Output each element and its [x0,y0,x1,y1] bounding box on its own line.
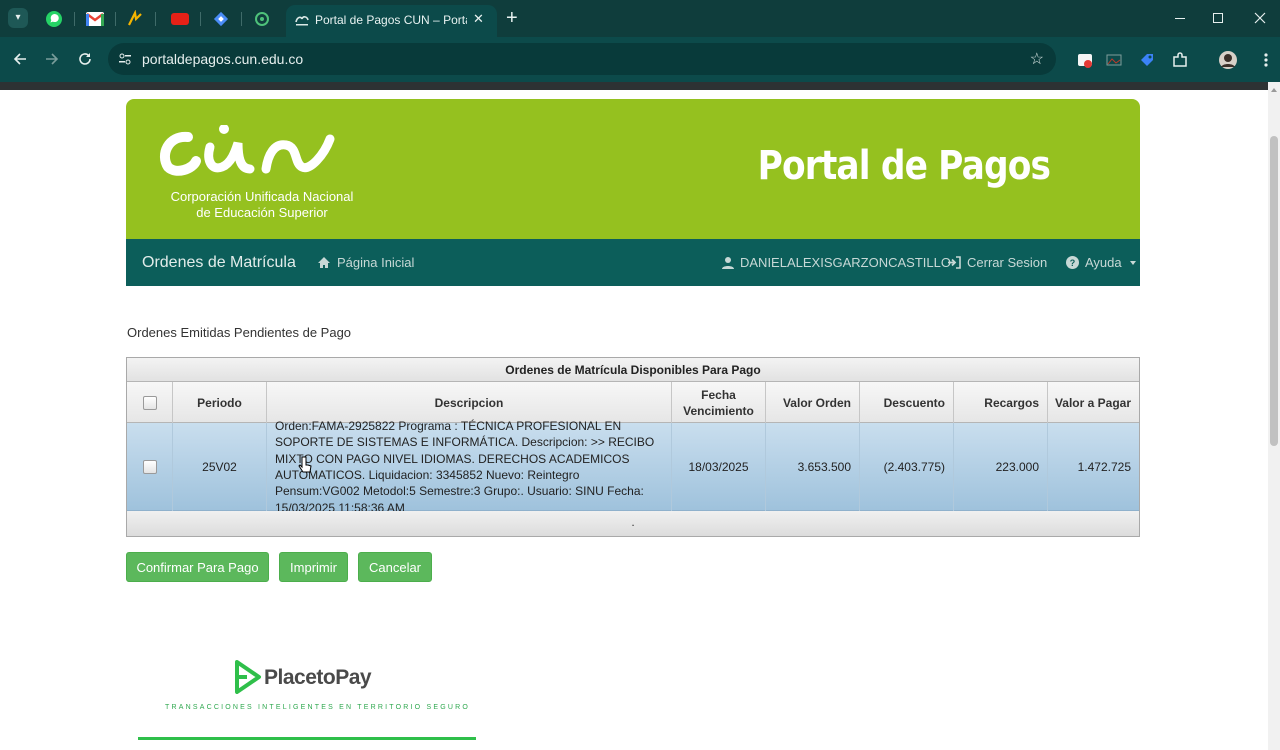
cun-favicon-icon [295,16,309,26]
nav-logout[interactable]: Cerrar Sesion [947,255,1047,270]
tab-separator [74,12,75,26]
nav-user-label: DANIELALEXISGARZONCASTILLO [740,255,951,270]
row-select-cell [127,423,173,511]
extensions-puzzle-icon[interactable] [1170,50,1190,70]
placetopay-name-part2: Pay [335,666,372,689]
scroll-thumb[interactable] [1270,136,1278,446]
bolt-icon[interactable] [122,7,148,31]
dropdown-caret-icon [1129,260,1136,265]
portal-banner: Corporación Unificada Nacional de Educac… [126,99,1140,239]
svg-text:?: ? [1070,258,1076,268]
cell-valor-orden: 3.653.500 [766,423,860,511]
scroll-up-arrow-icon[interactable] [1271,88,1277,92]
minimize-icon[interactable] [1170,8,1190,28]
cell-descripcion: Orden:FAMA-2925822 Programa : TÉCNICA PR… [267,419,672,515]
bookmark-star-icon[interactable]: ☆ [1030,49,1044,69]
institution-line-1: Corporación Unificada Nacional [170,189,354,204]
whatsapp-icon[interactable] [41,7,67,31]
nav-help[interactable]: ? Ayuda [1066,255,1136,270]
reload-icon[interactable] [75,49,95,69]
section-label: Ordenes Emitidas Pendientes de Pago [127,325,352,340]
home-icon [318,257,330,268]
cancel-button[interactable]: Cancelar [358,552,432,582]
institution-name: Corporación Unificada Nacional de Educac… [152,189,372,221]
cell-recargos: 223.000 [954,423,1048,511]
address-bar[interactable]: portaldepagos.cun.edu.co ☆ [108,43,1056,75]
tag-extension-icon[interactable] [1137,50,1157,70]
active-tab-title: Portal de Pagos CUN – Portal de Pagos [315,13,467,27]
row-checkbox[interactable] [142,460,157,474]
cell-periodo: 25V02 [173,423,267,511]
gmail-icon[interactable] [82,7,108,31]
nav-help-label: Ayuda [1085,255,1122,270]
table-row[interactable]: 25V02 Orden:FAMA-2925822 Programa : TÉCN… [127,419,1139,515]
page-scrollbar[interactable] [1268,82,1280,750]
pdf-extension-icon[interactable] [1075,50,1095,70]
table-caption: Ordenes de Matrícula Disponibles Para Pa… [127,358,1139,382]
print-button[interactable]: Imprimir [279,552,348,582]
forward-arrow-icon[interactable] [42,49,62,69]
confirm-payment-button[interactable]: Confirmar Para Pago [126,552,269,582]
placetopay-name-part1: Placeto [264,666,336,689]
header-descripcion: Descripcion [267,382,672,423]
header-fecha: Fecha Vencimiento [672,382,766,423]
url-text: portaldepagos.cun.edu.co [142,51,304,67]
top-strip [0,82,1268,90]
header-descuento: Descuento [860,382,954,423]
image-extension-icon[interactable] [1104,50,1124,70]
cell-descuento: (2.403.775) [860,423,954,511]
browser-toolbar: portaldepagos.cun.edu.co ☆ [0,37,1280,82]
nav-home-label: Página Inicial [337,255,415,270]
profile-avatar-icon[interactable] [1218,50,1238,70]
hand-cursor-icon [298,456,312,473]
table-footer: . [127,511,1139,536]
nav-home[interactable]: Página Inicial [317,255,414,270]
main-navbar: Ordenes de Matrícula Página Inicial DANI… [126,239,1140,286]
placetopay-logo-icon [235,660,261,694]
nav-logout-label: Cerrar Sesion [967,255,1048,270]
header-periodo: Periodo [173,382,267,423]
tab-separator [200,12,201,26]
select-all-checkbox[interactable] [142,395,157,410]
new-tab-button[interactable]: + [506,7,518,29]
maximize-icon[interactable] [1208,8,1228,28]
gpt-icon[interactable] [249,7,275,31]
navbar-brand[interactable]: Ordenes de Matrícula [142,254,296,272]
tab-separator [115,12,116,26]
nav-user[interactable]: DANIELALEXISGARZONCASTILLO [722,255,951,270]
table-header-row: Periodo Descripcion Fecha Vencimiento Va… [127,382,1139,423]
diamond-icon[interactable] [208,7,234,31]
close-window-icon[interactable] [1250,8,1270,28]
logout-icon [948,256,961,269]
tab-search-button[interactable]: ▾ [8,8,28,28]
user-icon [722,257,734,269]
close-tab-icon[interactable]: ✕ [473,11,484,27]
browser-tab-bar: ▾ Portal de Pagos CUN – Portal de Pagos … [0,0,1280,37]
placetopay-underline [138,737,476,740]
site-info-icon[interactable] [118,52,132,66]
tab-separator [241,12,242,26]
institution-line-2: de Educación Superior [196,205,328,220]
youtube-icon[interactable] [167,7,193,31]
header-valor-orden: Valor Orden [766,382,860,423]
tab-separator [155,12,156,26]
header-valor-pagar: Valor a Pagar [1054,395,1131,410]
cun-logo-icon [159,125,335,176]
active-tab[interactable]: Portal de Pagos CUN – Portal de Pagos ✕ [286,5,497,37]
browser-menu-icon[interactable] [1256,50,1276,70]
orders-table: Ordenes de Matrícula Disponibles Para Pa… [126,357,1140,537]
select-all-cell [127,382,173,423]
cell-valor-pagar: 1.472.725 [1077,460,1131,474]
placetopay-tagline: TRANSACCIONES INTELIGENTES EN TERRITORIO… [165,704,471,711]
question-circle-icon: ? [1066,256,1079,269]
placetopay-name: PlacetoPay [264,666,372,690]
portal-title: Portal de Pagos [757,143,1050,189]
cell-fecha: 18/03/2025 [672,423,766,511]
header-recargos: Recargos [954,382,1048,423]
back-arrow-icon[interactable] [10,49,30,69]
page-viewport: Corporación Unificada Nacional de Educac… [0,82,1268,750]
